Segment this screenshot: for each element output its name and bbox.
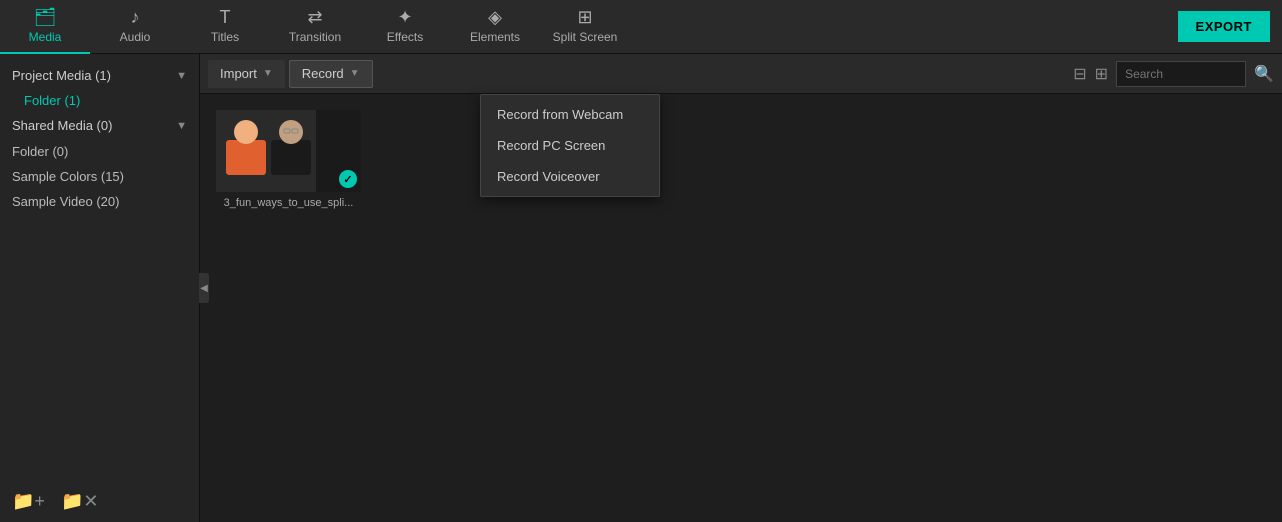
search-icon[interactable]: 🔍 [1254, 64, 1274, 84]
record-button[interactable]: Record ▼ [289, 60, 373, 88]
nav-transition[interactable]: ⇄ Transition [270, 0, 360, 54]
sidebar: Project Media (1) ▼ Folder (1) Shared Me… [0, 54, 200, 522]
main-layout: Project Media (1) ▼ Folder (1) Shared Me… [0, 54, 1282, 522]
import-button[interactable]: Import ▼ [208, 60, 285, 88]
shared-media-label: Shared Media (0) [12, 118, 112, 133]
folder-item[interactable]: Folder (1) [0, 89, 199, 112]
project-media-label: Project Media (1) [12, 68, 111, 83]
nav-transition-label: Transition [289, 30, 341, 44]
shared-media-header[interactable]: Shared Media (0) ▼ [0, 112, 199, 139]
transition-icon: ⇄ [307, 8, 322, 26]
titles-icon: T [220, 8, 231, 26]
collapse-handle[interactable]: ◀ [199, 273, 209, 303]
nav-split-screen[interactable]: ⊞ Split Screen [540, 0, 630, 54]
nav-effects-label: Effects [387, 30, 423, 44]
add-folder-icon[interactable]: 📁+ [12, 491, 45, 512]
grid-icon[interactable]: ⊞ [1095, 64, 1108, 84]
nav-effects[interactable]: ✦ Effects [360, 0, 450, 54]
sidebar-bottom: 📁+ 📁✕ [0, 491, 199, 512]
nav-media-label: Media [29, 30, 62, 44]
record-webcam-item[interactable]: Record from Webcam [481, 99, 659, 130]
filter-icon[interactable]: ⊟ [1073, 64, 1086, 84]
audio-icon: ♪ [131, 8, 140, 26]
record-screen-item[interactable]: Record PC Screen [481, 130, 659, 161]
project-media-header[interactable]: Project Media (1) ▼ [0, 62, 199, 89]
content-area: Import ▼ Record ▼ ⊟ ⊞ 🔍 Record from Webc… [200, 54, 1282, 522]
record-chevron: ▼ [350, 68, 360, 79]
content-toolbar: Import ▼ Record ▼ ⊟ ⊞ 🔍 [200, 54, 1282, 94]
nav-media[interactable]: 🗂 Media [0, 0, 90, 54]
import-label: Import [220, 66, 257, 81]
folder2-item[interactable]: Folder (0) [0, 139, 199, 164]
nav-elements-label: Elements [470, 30, 520, 44]
nav-audio-label: Audio [120, 30, 151, 44]
nav-elements[interactable]: ◈ Elements [450, 0, 540, 54]
search-input[interactable] [1116, 61, 1246, 87]
toolbar-right: ⊟ ⊞ 🔍 [1073, 61, 1274, 87]
remove-folder-icon[interactable]: 📁✕ [61, 491, 99, 512]
effects-icon: ✦ [397, 8, 412, 26]
import-chevron: ▼ [263, 68, 273, 79]
nav-titles-label: Titles [211, 30, 239, 44]
shared-media-chevron: ▼ [176, 120, 187, 132]
media-thumbnail: ✓ [216, 110, 361, 192]
project-media-chevron: ▼ [176, 70, 187, 82]
sample-video-item[interactable]: Sample Video (20) [0, 189, 199, 214]
nav-split-screen-label: Split Screen [553, 30, 618, 44]
sample-colors-item[interactable]: Sample Colors (15) [0, 164, 199, 189]
elements-icon: ◈ [488, 8, 502, 26]
record-label: Record [302, 66, 344, 81]
export-button[interactable]: EXPORT [1178, 11, 1270, 42]
media-icon: 🗂 [34, 8, 57, 26]
check-badge: ✓ [339, 170, 357, 188]
media-label: 3_fun_ways_to_use_spli... [216, 197, 361, 209]
split-screen-icon: ⊞ [577, 8, 592, 26]
record-voiceover-item[interactable]: Record Voiceover [481, 161, 659, 192]
record-dropdown: Record from Webcam Record PC Screen Reco… [480, 94, 660, 197]
nav-titles[interactable]: T Titles [180, 0, 270, 54]
project-media-section: Project Media (1) ▼ Folder (1) [0, 62, 199, 112]
nav-audio[interactable]: ♪ Audio [90, 0, 180, 54]
media-item[interactable]: ✓ 3_fun_ways_to_use_spli... [216, 110, 361, 209]
shared-media-section: Shared Media (0) ▼ Folder (0) [0, 112, 199, 164]
media-grid: ✓ 3_fun_ways_to_use_spli... [200, 94, 1282, 522]
top-nav: 🗂 Media ♪ Audio T Titles ⇄ Transition ✦ … [0, 0, 1282, 54]
